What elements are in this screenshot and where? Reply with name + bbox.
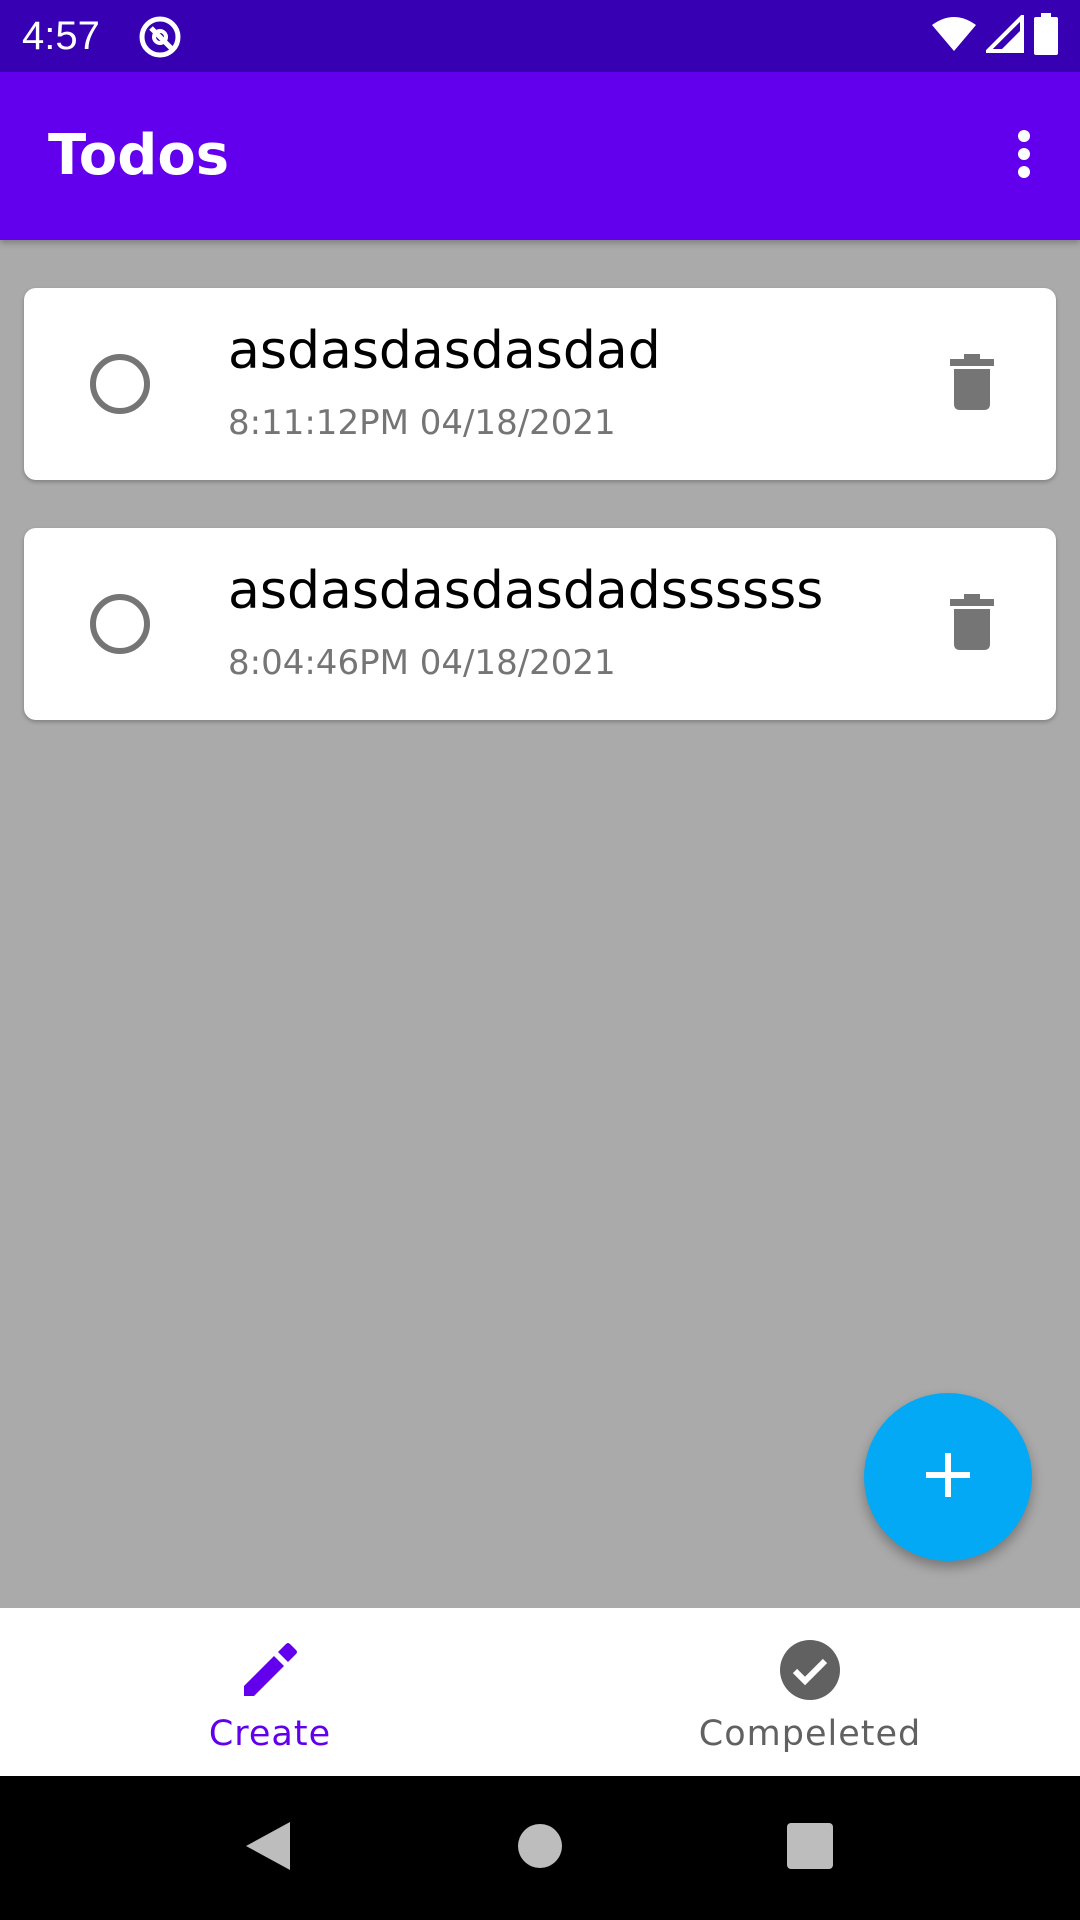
check-circle-icon bbox=[778, 1638, 842, 1702]
back-button[interactable] bbox=[232, 1812, 304, 1884]
nav-label-completed: Compeleted bbox=[698, 1714, 922, 1754]
recents-icon bbox=[787, 1823, 833, 1873]
todo-complete-radio[interactable] bbox=[90, 594, 150, 654]
delete-icon bbox=[950, 354, 994, 414]
edit-icon bbox=[238, 1638, 302, 1702]
delete-todo-button[interactable] bbox=[938, 350, 1006, 418]
app-notification-icon bbox=[137, 14, 183, 60]
home-button[interactable] bbox=[504, 1812, 576, 1884]
todo-timestamp: 8:11:12PM 04/18/2021 bbox=[228, 403, 616, 443]
more-vert-icon bbox=[1016, 129, 1032, 183]
todo-list: asdasdasdasdad 8:11:12PM 04/18/2021 asda… bbox=[24, 288, 1056, 768]
more-options-button[interactable] bbox=[988, 116, 1060, 196]
todo-item[interactable]: asdasdasdasdadssssss 8:04:46PM 04/18/202… bbox=[24, 528, 1056, 720]
status-time: 4:57 bbox=[22, 14, 100, 58]
status-bar: 4:57 bbox=[0, 0, 1080, 72]
system-navigation-bar bbox=[0, 1776, 1080, 1920]
todo-title: asdasdasdasdadssssss bbox=[228, 561, 824, 621]
delete-icon bbox=[950, 594, 994, 654]
todo-item[interactable]: asdasdasdasdad 8:11:12PM 04/18/2021 bbox=[24, 288, 1056, 480]
page-title: Todos bbox=[48, 123, 230, 188]
nav-item-completed[interactable]: Compeleted bbox=[540, 1608, 1080, 1776]
battery-icon bbox=[1034, 13, 1058, 59]
back-icon bbox=[244, 1820, 292, 1876]
todo-complete-radio[interactable] bbox=[90, 354, 150, 414]
todo-title: asdasdasdasdad bbox=[228, 321, 661, 381]
delete-todo-button[interactable] bbox=[938, 590, 1006, 658]
app-bar: Todos bbox=[0, 72, 1080, 240]
cell-signal-icon bbox=[983, 12, 1024, 57]
home-icon bbox=[517, 1823, 563, 1873]
nav-label-create: Create bbox=[208, 1714, 332, 1754]
wifi-icon bbox=[932, 15, 976, 57]
bottom-navigation: Create Compeleted bbox=[0, 1608, 1080, 1776]
todo-timestamp: 8:04:46PM 04/18/2021 bbox=[228, 643, 616, 683]
recents-button[interactable] bbox=[774, 1812, 846, 1884]
todos-screen: 4:57 Todos asdasdasdasdad 8:11:12PM 04/1… bbox=[0, 0, 1080, 1920]
status-icons bbox=[932, 12, 1058, 59]
nav-item-create[interactable]: Create bbox=[0, 1608, 540, 1776]
add-icon bbox=[924, 1451, 972, 1503]
add-todo-button[interactable] bbox=[864, 1393, 1032, 1561]
